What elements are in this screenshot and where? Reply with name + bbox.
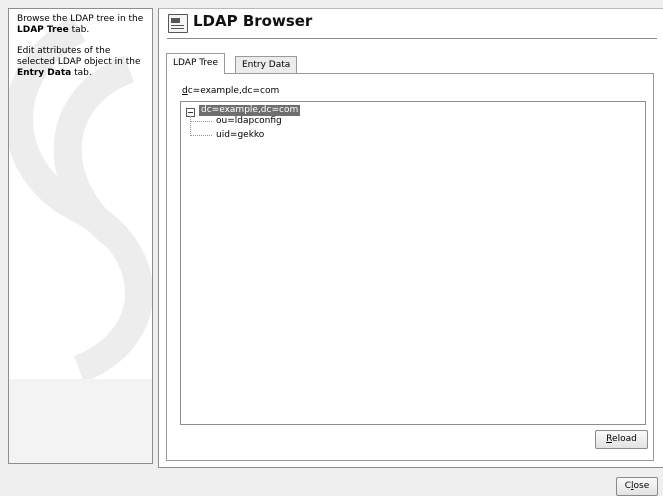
help-text-entry-data: Edit attributes of the selected LDAP obj…	[17, 46, 141, 78]
tab-entry-data[interactable]: Entry Data	[235, 56, 298, 73]
tree-node-gekko[interactable]: uid=gekko	[216, 130, 264, 141]
help-panel: Browse the LDAP tree in the LDAP Tree ta…	[8, 8, 153, 464]
ldap-browser-icon	[168, 14, 188, 33]
reload-button[interactable]: Reload	[595, 430, 648, 449]
tree-node-ldapconfig[interactable]: ou=ldapconfig	[216, 116, 282, 127]
help-text-ldap-tree: Browse the LDAP tree in the LDAP Tree ta…	[17, 14, 144, 35]
base-dn-label: dc=example,dc=com	[182, 86, 280, 96]
main-panel: LDAP Browser LDAP Tree Entry Data dc=exa…	[158, 8, 663, 468]
page-title: LDAP Browser	[193, 12, 313, 30]
ldap-tree-pane: dc=example,dc=com dc=example,dc=com ou=l…	[166, 73, 654, 461]
tree-connector	[190, 135, 212, 136]
tree-node-root[interactable]: dc=example,dc=com	[199, 105, 301, 116]
tree-connector	[190, 116, 191, 136]
ldap-tree-view[interactable]: dc=example,dc=com ou=ldapconfig uid=gekk…	[180, 101, 646, 425]
tree-connector	[190, 121, 212, 122]
close-button[interactable]: Close	[616, 477, 658, 496]
title-divider	[167, 38, 657, 39]
tab-ldap-tree[interactable]: LDAP Tree	[166, 53, 225, 74]
